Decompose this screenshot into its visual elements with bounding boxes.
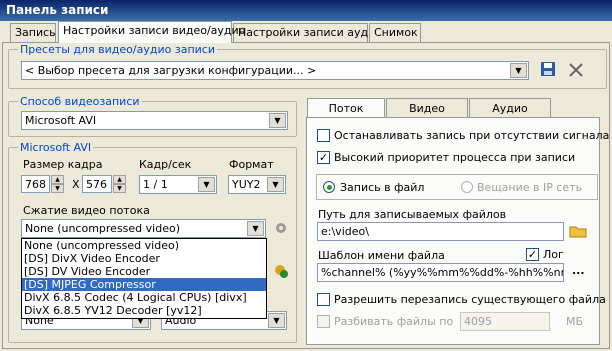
list-item-selected[interactable]: [DS] MJPEG Compressor (22, 278, 266, 291)
chevron-down-icon: ▼ (269, 113, 286, 128)
frame-width-input[interactable]: 768 (21, 175, 50, 193)
tab-stream[interactable]: Поток (307, 98, 385, 119)
split-size-input[interactable]: 4095 (460, 312, 550, 331)
tab-audio-settings[interactable]: Настройки записи аудио (233, 23, 382, 42)
stop-no-signal-label: Останавливать запись при отсутствии сигн… (334, 129, 610, 142)
format-select-value: YUY2 (232, 178, 261, 191)
codec-props-button[interactable] (272, 262, 290, 280)
height-up-button[interactable]: ▲ (113, 175, 126, 184)
width-up-button[interactable]: ▲ (51, 175, 64, 184)
close-icon (569, 63, 583, 77)
tab-video-audio-settings[interactable]: Настройки записи видео/аудио (58, 21, 245, 43)
record-to-file-radio[interactable] (323, 181, 335, 193)
method-group-label: Способ видеозаписи (18, 95, 142, 108)
settings-icon (275, 265, 288, 278)
template-input[interactable]: %channel% (%yy%%mm%%dd%-%hh%%nn% (317, 263, 564, 282)
width-down-button[interactable]: ▼ (51, 184, 64, 193)
size-separator: X (72, 178, 80, 191)
gear-icon (276, 223, 286, 233)
height-down-button[interactable]: ▼ (113, 184, 126, 193)
record-to-file-label: Запись в файл (340, 181, 425, 194)
path-label: Путь для записываемых файлов (318, 208, 507, 221)
fps-label: Кадр/сек (139, 158, 192, 171)
presets-group-label: Пресеты для видео/аудио записи (18, 43, 217, 56)
preset-select-value: < Выбор пресета для загрузки конфигураци… (25, 64, 317, 77)
compression-select-value: None (uncompressed video) (25, 222, 180, 235)
list-item[interactable]: None (uncompressed video) (22, 239, 266, 252)
avi-group-label: Microsoft AVI (18, 141, 94, 154)
compression-select[interactable]: None (uncompressed video) ▼ (21, 219, 266, 238)
stop-no-signal-checkbox[interactable] (317, 129, 330, 142)
tab-record[interactable]: Запись (10, 23, 56, 42)
list-item[interactable]: DivX 6.8.5 YV12 Decoder [yv12] (22, 304, 266, 317)
browse-folder-button[interactable] (569, 222, 587, 240)
broadcast-ip-label: Вещание в IP сеть (477, 181, 583, 194)
frame-height-input[interactable]: 576 (82, 175, 112, 193)
high-priority-label: Высокий приоритет процесса при записи (334, 151, 576, 164)
tab-snapshot[interactable]: Снимок (369, 23, 421, 42)
list-item[interactable]: DivX 6.8.5 Codec (4 Logical CPUs) [divx] (22, 291, 266, 304)
chevron-down-icon: ▼ (267, 177, 284, 192)
tab-video[interactable]: Видео (386, 98, 468, 118)
folder-icon (569, 226, 587, 238)
chevron-down-icon: ▼ (510, 63, 527, 78)
compression-label: Сжатие видео потока (23, 204, 150, 217)
path-input[interactable]: e:\video\ (317, 222, 564, 241)
save-preset-button[interactable] (539, 60, 557, 78)
broadcast-ip-radio[interactable] (461, 181, 473, 193)
tab-audio[interactable]: Аудио (469, 98, 551, 118)
split-checkbox[interactable] (317, 315, 330, 328)
overwrite-label: Разрешить перезапись существующего файла (334, 293, 606, 306)
log-checkbox[interactable]: ✓ (526, 248, 539, 261)
preset-select[interactable]: < Выбор пресета для загрузки конфигураци… (21, 61, 529, 80)
list-item[interactable]: [DS] DivX Video Encoder (22, 252, 266, 265)
fps-select-value: 1 / 1 (143, 178, 168, 191)
delete-preset-button[interactable] (566, 60, 586, 80)
frame-size-label: Размер кадра (23, 158, 103, 171)
save-icon (541, 62, 555, 76)
chevron-down-icon: ▼ (268, 313, 285, 328)
chevron-down-icon: ▼ (198, 177, 215, 192)
codec-settings-button[interactable] (272, 219, 290, 237)
method-select-value: Microsoft AVI (25, 114, 97, 127)
split-unit-label: МБ (566, 315, 584, 328)
fps-select[interactable]: 1 / 1 ▼ (139, 175, 217, 194)
format-label: Формат (229, 158, 274, 171)
template-more-button[interactable]: ... (572, 264, 585, 277)
overwrite-checkbox[interactable] (317, 293, 330, 306)
compression-dropdown-list[interactable]: None (uncompressed video) [DS] DivX Vide… (21, 238, 267, 319)
chevron-down-icon: ▼ (247, 221, 264, 236)
format-select[interactable]: YUY2 ▼ (228, 175, 286, 194)
split-label: Разбивать файлы по (334, 315, 454, 328)
log-label: Лог (543, 248, 564, 261)
list-item[interactable]: [DS] DV Video Encoder (22, 265, 266, 278)
method-select[interactable]: Microsoft AVI ▼ (21, 111, 288, 130)
high-priority-checkbox[interactable]: ✓ (317, 151, 330, 164)
window-title: Панель записи (0, 0, 612, 21)
template-label: Шаблон имени файла (318, 249, 445, 262)
